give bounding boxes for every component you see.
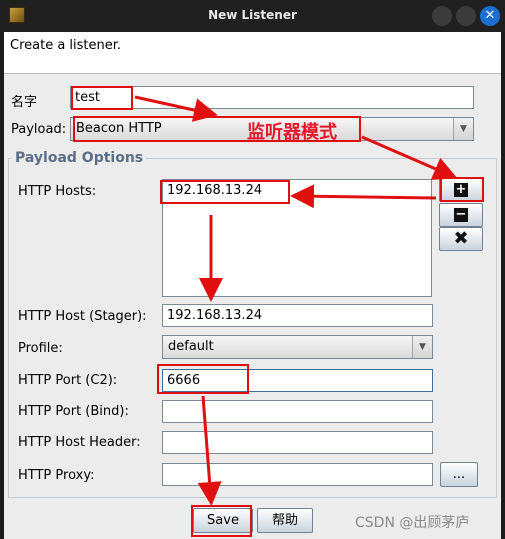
arrow-port-to-save: [197, 395, 222, 506]
watermark: CSDN @出顾茅庐: [355, 515, 470, 531]
annotation-arrows: [134, 95, 458, 506]
arrow-name-to-payload: [134, 95, 218, 122]
arrow-payload-to-add: [361, 135, 458, 180]
arrow-add-to-hosts: [290, 184, 437, 209]
